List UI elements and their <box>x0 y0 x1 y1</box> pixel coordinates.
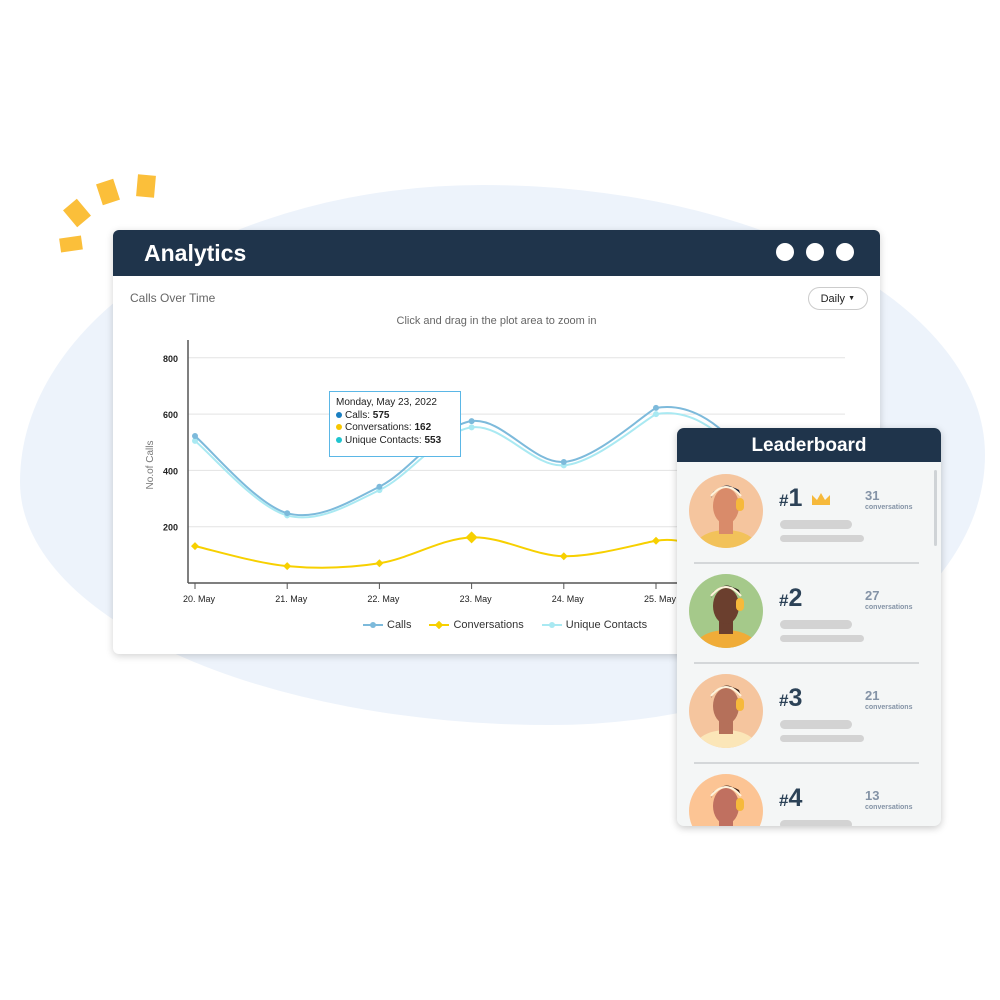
data-point <box>283 562 292 571</box>
legend-label: Conversations <box>453 619 524 631</box>
data-point <box>559 552 568 561</box>
tooltip-date: Monday, May 23, 2022 <box>336 397 437 408</box>
agent-avatar-icon <box>692 685 760 748</box>
rank-label: #3 <box>779 684 803 712</box>
tooltip-label: Calls: <box>345 409 371 421</box>
chart-tooltip: Monday, May 23, 2022 Calls: 575 Conversat… <box>329 391 461 457</box>
y-tick-label: 200 <box>163 523 178 533</box>
spark-decoration <box>59 235 83 253</box>
x-tick-label: 23. May <box>460 594 493 604</box>
avatar <box>689 574 763 648</box>
data-point <box>653 404 659 411</box>
avatar <box>689 474 763 548</box>
data-point <box>653 411 659 418</box>
legend-marker-icon <box>429 621 450 629</box>
x-tick-label: 20. May <box>183 594 216 604</box>
legend-label: Calls <box>387 619 412 631</box>
y-tick-label: 800 <box>163 354 178 364</box>
tooltip-row: Conversations: 162 <box>336 422 454 435</box>
conversation-count: 13 conversations <box>865 788 913 811</box>
leaderboard-entry[interactable]: #1 31 conversations <box>677 462 927 562</box>
data-point <box>465 531 478 544</box>
name-placeholder <box>780 520 852 529</box>
chart-legend: Calls Conversations Unique Contacts <box>363 619 647 631</box>
data-point <box>191 542 199 551</box>
legend-marker-icon <box>541 622 562 628</box>
tooltip-row: Calls: 575 <box>336 410 454 423</box>
name-placeholder <box>780 720 852 729</box>
legend-item[interactable]: Conversations <box>429 619 524 631</box>
leaderboard-entry[interactable]: #2 27 conversations <box>677 562 927 662</box>
name-placeholder <box>780 820 852 826</box>
legend-marker-icon <box>363 622 383 628</box>
leaderboard-title: Leaderboard <box>677 428 941 462</box>
tooltip-value: 575 <box>372 409 390 421</box>
rank-label: #4 <box>779 784 803 812</box>
rank-label: #2 <box>779 584 803 612</box>
leaderboard-panel: Leaderboard #1 31 conversations #2 27 conv… <box>677 428 941 826</box>
series-bullet-icon <box>336 436 342 443</box>
tooltip-value: 162 <box>414 422 432 433</box>
leaderboard-entry[interactable]: #3 21 conversations <box>677 662 927 762</box>
rank-label: #1 <box>779 484 803 512</box>
tooltip-row: Unique Contacts: 553 <box>336 435 454 448</box>
agent-avatar-icon <box>710 785 744 826</box>
x-tick-label: 21. May <box>275 594 308 604</box>
tooltip-value: 553 <box>424 434 442 446</box>
conversation-count: 27 conversations <box>865 588 913 611</box>
series-bullet-icon <box>336 424 342 430</box>
spark-decoration <box>136 174 156 198</box>
x-tick-label: 24. May <box>552 594 585 604</box>
conversation-count: 21 conversations <box>865 688 913 711</box>
conversation-count: 31 conversations <box>865 488 913 511</box>
crown-icon <box>812 493 830 505</box>
avatar <box>689 674 763 748</box>
legend-item[interactable]: Calls <box>363 619 411 631</box>
detail-placeholder <box>780 635 864 642</box>
legend-label: Unique Contacts <box>565 619 648 631</box>
data-point <box>376 483 383 490</box>
data-point <box>468 418 475 425</box>
agent-avatar-icon <box>692 585 760 648</box>
leaderboard-entry[interactable]: #4 13 conversations <box>677 762 927 826</box>
tooltip-label: Conversations: <box>345 422 412 433</box>
data-point <box>560 458 567 465</box>
data-point <box>375 559 384 568</box>
name-placeholder <box>780 620 852 629</box>
data-point <box>192 433 198 440</box>
detail-placeholder <box>780 735 864 742</box>
y-tick-label: 400 <box>163 466 178 476</box>
y-tick-label: 600 <box>163 410 178 420</box>
x-tick-label: 25. May <box>644 594 677 604</box>
series-bullet-icon <box>336 411 342 418</box>
x-tick-label: 22. May <box>367 594 400 604</box>
tooltip-label: Unique Contacts: <box>345 434 422 446</box>
data-point <box>284 510 291 517</box>
y-axis-label: No.of Calls <box>145 441 156 490</box>
data-point <box>468 424 475 431</box>
scrollbar[interactable] <box>934 470 937 546</box>
detail-placeholder <box>780 535 864 542</box>
spark-decoration <box>96 178 120 206</box>
data-point <box>652 536 660 545</box>
legend-item[interactable]: Unique Contacts <box>541 619 648 631</box>
agent-avatar-icon <box>692 485 760 548</box>
avatar <box>689 774 763 826</box>
spark-decoration <box>63 198 91 228</box>
